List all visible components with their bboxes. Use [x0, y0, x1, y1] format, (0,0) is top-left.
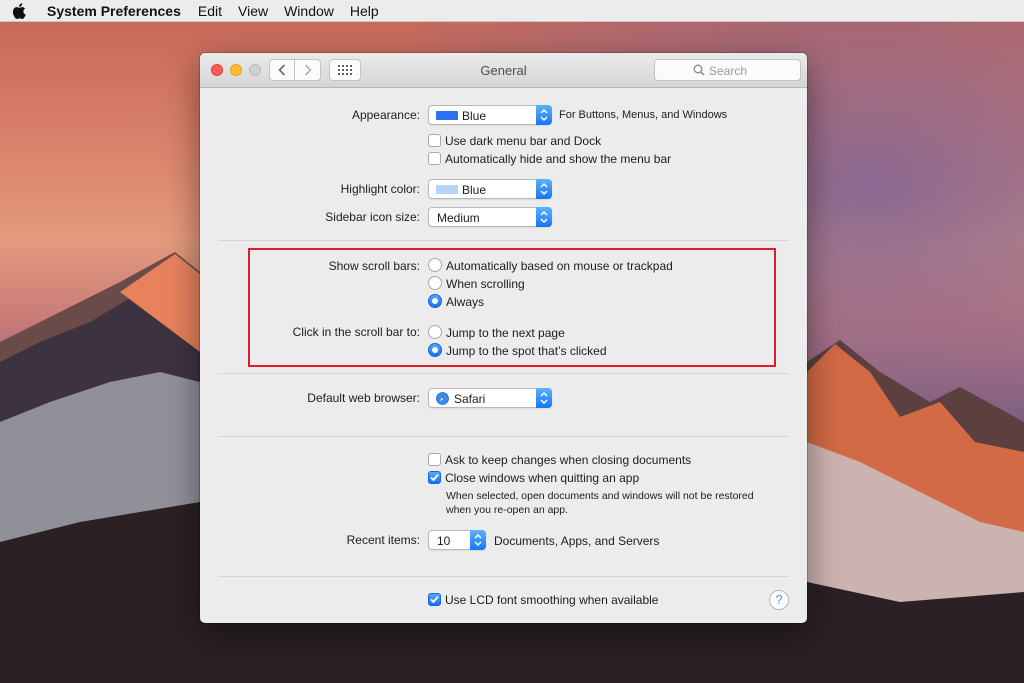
menu-window[interactable]: Window	[284, 3, 334, 19]
dark-menu-label[interactable]: Use dark menu bar and Dock	[445, 134, 601, 148]
scroll-bars-auto-label[interactable]: Automatically based on mouse or trackpad	[446, 259, 673, 273]
appearance-value: Blue	[462, 109, 487, 123]
scroll-bars-always-label[interactable]: Always	[446, 295, 484, 309]
popup-arrows-icon	[536, 179, 552, 199]
scroll-click-label: Click in the scroll bar to:	[292, 325, 420, 339]
default-browser-popup[interactable]: Safari	[428, 388, 552, 408]
appearance-popup[interactable]: Blue	[428, 105, 552, 125]
lcd-smoothing-checkbox[interactable]	[428, 593, 441, 606]
recent-items-value: 10	[437, 534, 451, 548]
search-field[interactable]	[654, 59, 801, 81]
menu-view[interactable]: View	[238, 3, 268, 19]
recent-items-label: Recent items:	[346, 533, 420, 547]
jump-to-spot-radio[interactable]	[428, 343, 442, 357]
ask-keep-changes-label[interactable]: Ask to keep changes when closing documen…	[445, 453, 691, 467]
menu-help[interactable]: Help	[350, 3, 379, 19]
help-button[interactable]: ?	[769, 590, 789, 610]
lcd-smoothing-label[interactable]: Use LCD font smoothing when available	[445, 593, 658, 607]
jump-next-page-label[interactable]: Jump to the next page	[446, 326, 565, 340]
section-divider	[218, 576, 789, 577]
show-scroll-bars-label: Show scroll bars:	[328, 259, 420, 273]
close-windows-label[interactable]: Close windows when quitting an app	[445, 471, 639, 485]
dark-menu-checkbox[interactable]	[428, 134, 441, 147]
search-input[interactable]	[709, 63, 797, 78]
sidebar-icon-size-popup[interactable]: Medium	[428, 207, 552, 227]
auto-hide-menu-checkbox[interactable]	[428, 152, 441, 165]
appearance-color-swatch	[436, 111, 458, 120]
recent-items-popup[interactable]: 10	[428, 530, 486, 550]
general-preferences-window: General Appearance: Blue For Buttons, Me…	[200, 53, 807, 623]
ask-keep-changes-checkbox[interactable]	[428, 453, 441, 466]
popup-arrows-icon	[536, 388, 552, 408]
default-browser-value: Safari	[454, 392, 486, 406]
menu-bar: System Preferences Edit View Window Help	[0, 0, 1024, 22]
search-icon	[693, 64, 705, 76]
section-divider	[218, 436, 789, 437]
highlight-color-popup[interactable]: Blue	[428, 179, 552, 199]
close-windows-note-line1: When selected, open documents and window…	[446, 490, 754, 502]
appearance-label: Appearance:	[351, 108, 420, 122]
jump-next-page-radio[interactable]	[428, 325, 442, 339]
section-divider	[218, 373, 789, 374]
sidebar-icon-size-value: Medium	[437, 211, 480, 225]
sidebar-icon-size-label: Sidebar icon size:	[325, 210, 420, 224]
scroll-bars-auto-radio[interactable]	[428, 258, 442, 272]
highlight-color-label: Highlight color:	[340, 182, 420, 196]
highlight-color-value: Blue	[462, 183, 487, 197]
section-divider	[218, 240, 789, 241]
safari-icon	[436, 392, 449, 405]
popup-arrows-icon	[536, 105, 552, 125]
apple-logo-icon[interactable]	[12, 2, 26, 19]
close-windows-checkbox[interactable]	[428, 471, 441, 484]
popup-arrows-icon	[536, 207, 552, 227]
popup-arrows-icon	[470, 530, 486, 550]
menu-edit[interactable]: Edit	[198, 3, 222, 19]
checkmark-icon	[430, 473, 439, 482]
appearance-note: For Buttons, Menus, and Windows	[559, 109, 728, 121]
close-windows-note-line2: when you re-open an app.	[446, 504, 569, 516]
recent-items-suffix: Documents, Apps, and Servers	[494, 534, 660, 548]
scroll-bars-when-scrolling-label[interactable]: When scrolling	[446, 277, 525, 291]
default-browser-label: Default web browser:	[307, 391, 420, 405]
scroll-bars-when-scrolling-radio[interactable]	[428, 276, 442, 290]
menu-system-preferences[interactable]: System Preferences	[47, 3, 181, 19]
checkmark-icon	[430, 595, 439, 604]
auto-hide-menu-label[interactable]: Automatically hide and show the menu bar	[445, 152, 671, 166]
scroll-bars-always-radio[interactable]	[428, 294, 442, 308]
highlight-color-swatch	[436, 185, 458, 194]
title-bar[interactable]: General	[200, 53, 807, 88]
jump-to-spot-label[interactable]: Jump to the spot that’s clicked	[446, 344, 607, 358]
